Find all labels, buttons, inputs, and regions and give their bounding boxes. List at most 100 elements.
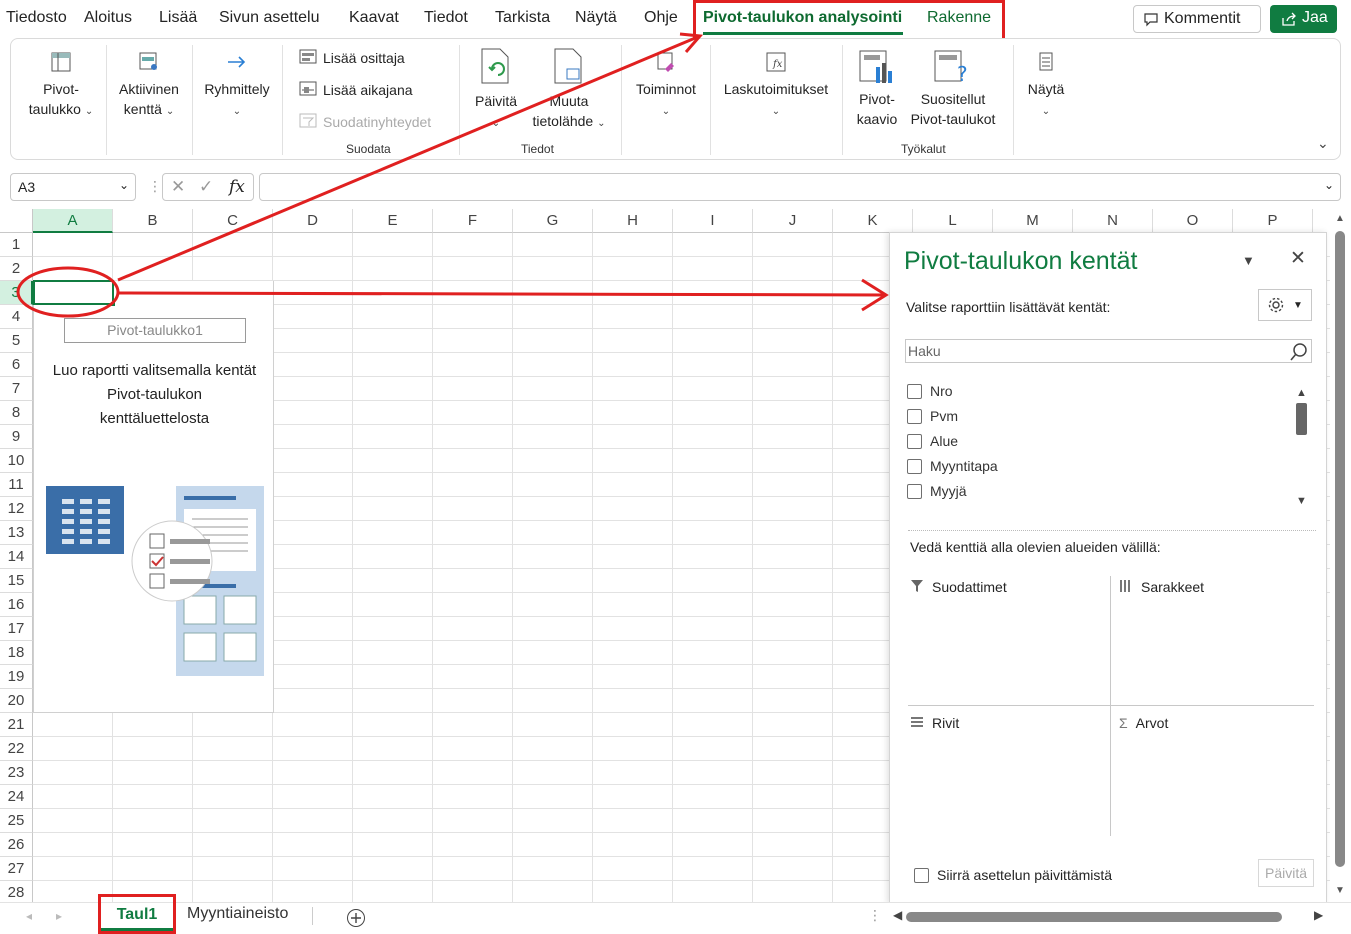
row-header-7[interactable]: 7 bbox=[0, 377, 33, 401]
column-header-c[interactable]: C bbox=[193, 209, 273, 233]
row-header-20[interactable]: 20 bbox=[0, 689, 33, 713]
values-area[interactable]: Σ Arvot bbox=[1119, 715, 1168, 731]
column-header-a[interactable]: A bbox=[33, 209, 113, 233]
menu-page-layout[interactable]: Sivun asettelu bbox=[219, 9, 320, 27]
column-header-p[interactable]: P bbox=[1233, 209, 1313, 233]
expand-formula-icon[interactable]: ⌄ bbox=[1324, 178, 1334, 192]
row-header-17[interactable]: 17 bbox=[0, 617, 33, 641]
column-header-k[interactable]: K bbox=[833, 209, 913, 233]
row-header-27[interactable]: 27 bbox=[0, 857, 33, 881]
recommended-pivots-button[interactable]: ? Suositellut Pivot-taulukot bbox=[903, 49, 1003, 129]
row-header-26[interactable]: 26 bbox=[0, 833, 33, 857]
prev-sheet-icon[interactable]: ◂ bbox=[26, 909, 32, 923]
row-header-12[interactable]: 12 bbox=[0, 497, 33, 521]
menu-file[interactable]: Tiedosto bbox=[6, 9, 67, 27]
field-checkbox[interactable] bbox=[907, 383, 922, 399]
row-header-1[interactable]: 1 bbox=[0, 233, 33, 257]
show-button[interactable]: Näytä ⌄ bbox=[1018, 51, 1074, 122]
row-header-3[interactable]: 3 bbox=[0, 281, 33, 305]
column-header-d[interactable]: D bbox=[273, 209, 353, 233]
name-box[interactable]: A3 ⌄ bbox=[10, 173, 136, 201]
calculations-button[interactable]: fx Laskutoimitukset ⌄ bbox=[715, 51, 837, 122]
menu-home[interactable]: Aloitus bbox=[84, 9, 132, 27]
selected-cell-a3[interactable] bbox=[33, 280, 114, 305]
row-header-24[interactable]: 24 bbox=[0, 785, 33, 809]
scroll-right-icon[interactable]: ▶ bbox=[1314, 908, 1323, 922]
refresh-button[interactable]: Päivitä ⌄ bbox=[467, 47, 525, 134]
fill-handle[interactable] bbox=[110, 301, 116, 307]
pivot-table-button[interactable]: Pivot- taulukko ⌄ bbox=[21, 51, 101, 122]
row-header-14[interactable]: 14 bbox=[0, 545, 33, 569]
next-sheet-icon[interactable]: ▸ bbox=[56, 909, 62, 923]
row-header-21[interactable]: 21 bbox=[0, 713, 33, 737]
column-header-h[interactable]: H bbox=[593, 209, 673, 233]
column-header-g[interactable]: G bbox=[513, 209, 593, 233]
row-header-5[interactable]: 5 bbox=[0, 329, 33, 353]
menu-data[interactable]: Tiedot bbox=[424, 9, 468, 27]
scroll-up-icon[interactable]: ▲ bbox=[1335, 213, 1345, 224]
vertical-scrollbar[interactable]: ▲ ▼ bbox=[1330, 209, 1351, 902]
row-header-23[interactable]: 23 bbox=[0, 761, 33, 785]
field-item[interactable]: Myyntitapa bbox=[907, 458, 998, 474]
name-box-dropdown-icon[interactable]: ⌄ bbox=[119, 178, 129, 192]
close-pane-icon[interactable]: ✕ bbox=[1290, 247, 1306, 270]
pivot-placeholder[interactable]: Pivot-taulukko1 Luo raportti valitsemall… bbox=[33, 281, 274, 713]
defer-update-option[interactable]: Siirrä asettelun päivittämistä bbox=[914, 867, 1112, 883]
column-header-b[interactable]: B bbox=[113, 209, 193, 233]
group-button[interactable]: Ryhmittely ⌄ bbox=[197, 51, 277, 122]
search-icon[interactable] bbox=[1289, 342, 1309, 362]
pivot-chart-button[interactable]: Pivot- kaavio bbox=[849, 49, 905, 129]
column-header-o[interactable]: O bbox=[1153, 209, 1233, 233]
column-header-n[interactable]: N bbox=[1073, 209, 1153, 233]
formula-input[interactable]: ⌄ bbox=[259, 173, 1341, 201]
defer-update-checkbox[interactable] bbox=[914, 867, 929, 883]
row-header-13[interactable]: 13 bbox=[0, 521, 33, 545]
row-header-8[interactable]: 8 bbox=[0, 401, 33, 425]
field-list-scrollbar[interactable] bbox=[1296, 403, 1307, 435]
select-all-corner[interactable] bbox=[0, 209, 33, 233]
menu-review[interactable]: Tarkista bbox=[495, 9, 550, 27]
insert-timeline-button[interactable]: Lisää aikajana bbox=[299, 81, 413, 99]
row-header-10[interactable]: 10 bbox=[0, 449, 33, 473]
row-header-22[interactable]: 22 bbox=[0, 737, 33, 761]
pane-options-dropdown-icon[interactable]: ▼ bbox=[1242, 253, 1255, 268]
enter-icon[interactable]: ✓ bbox=[199, 177, 213, 197]
vertical-scroll-thumb[interactable] bbox=[1335, 231, 1345, 867]
column-header-l[interactable]: L bbox=[913, 209, 993, 233]
field-item[interactable]: Myyjä bbox=[907, 483, 967, 499]
field-item[interactable]: Nro bbox=[907, 383, 953, 399]
column-header-e[interactable]: E bbox=[353, 209, 433, 233]
field-list-scroll-down-icon[interactable]: ▼ bbox=[1296, 495, 1307, 507]
row-header-25[interactable]: 25 bbox=[0, 809, 33, 833]
row-header-18[interactable]: 18 bbox=[0, 641, 33, 665]
field-checkbox[interactable] bbox=[907, 483, 922, 499]
field-list-scroll-up-icon[interactable]: ▲ bbox=[1296, 387, 1307, 399]
share-button[interactable]: Jaa bbox=[1270, 5, 1337, 33]
field-search-input[interactable]: Haku bbox=[905, 339, 1312, 363]
horizontal-scroll-thumb[interactable] bbox=[906, 912, 1282, 922]
add-sheet-icon[interactable] bbox=[346, 908, 366, 928]
row-header-11[interactable]: 11 bbox=[0, 473, 33, 497]
row-header-9[interactable]: 9 bbox=[0, 425, 33, 449]
column-header-m[interactable]: M bbox=[993, 209, 1073, 233]
columns-area[interactable]: Sarakkeet bbox=[1119, 579, 1204, 595]
field-item[interactable]: Pvm bbox=[907, 408, 958, 424]
tab-splitter-icon[interactable]: ⋮ bbox=[868, 907, 882, 924]
column-header-i[interactable]: I bbox=[673, 209, 753, 233]
settings-button[interactable]: ▼ bbox=[1258, 289, 1312, 321]
row-header-15[interactable]: 15 bbox=[0, 569, 33, 593]
row-header-16[interactable]: 16 bbox=[0, 593, 33, 617]
sheet-tab-myyntiaineisto[interactable]: Myyntiaineisto bbox=[187, 905, 288, 923]
insert-function-icon[interactable]: fx bbox=[229, 177, 245, 197]
cancel-icon[interactable]: ✕ bbox=[171, 177, 185, 197]
insert-slicer-button[interactable]: Lisää osittaja bbox=[299, 49, 405, 67]
scroll-down-icon[interactable]: ▼ bbox=[1335, 885, 1345, 896]
active-field-button[interactable]: Aktiivinen kenttä ⌄ bbox=[111, 51, 187, 122]
menu-insert[interactable]: Lisää bbox=[159, 9, 197, 27]
row-header-6[interactable]: 6 bbox=[0, 353, 33, 377]
column-header-j[interactable]: J bbox=[753, 209, 833, 233]
column-header-f[interactable]: F bbox=[433, 209, 513, 233]
collapse-ribbon-icon[interactable]: ⌄ bbox=[1317, 135, 1329, 152]
field-checkbox[interactable] bbox=[907, 458, 922, 474]
menu-formulas[interactable]: Kaavat bbox=[349, 9, 399, 27]
